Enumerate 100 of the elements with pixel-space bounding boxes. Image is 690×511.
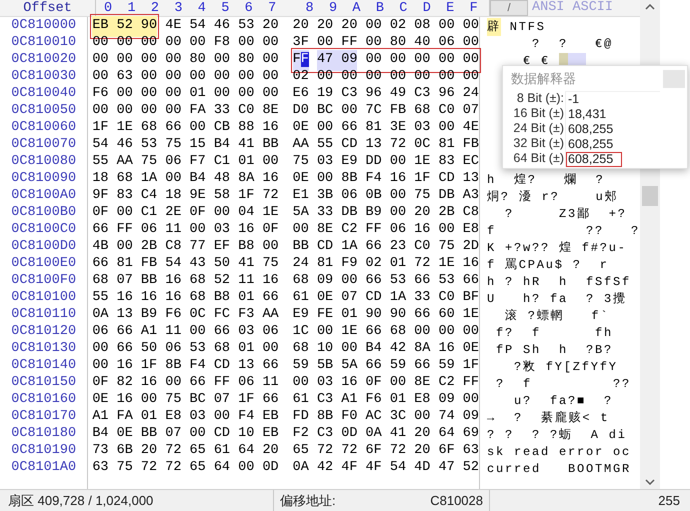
- hex-bytes: 68 07 BB 16 68 52 11 16: [92, 272, 279, 290]
- hex-bytes: F2 C3 0D 0A 41 20 64 69: [292, 425, 479, 444]
- selected-bytes: 47 09: [316, 50, 358, 71]
- hex-bytes: 00 00 00 00 FA 33 C0 8E: [92, 102, 279, 120]
- hex-bytes: E1 3B 06 0B 00 75 DB A3: [292, 187, 479, 206]
- offset-label: 偏移地址:: [280, 492, 336, 510]
- ansi-text: f 罵CPAu$ ? r: [486, 256, 609, 274]
- offset-cell-text: 0C810180: [11, 425, 76, 444]
- close-button[interactable]: [663, 70, 685, 88]
- offset-cell-text: 0C810140: [11, 357, 76, 376]
- column-header: 1: [126, 0, 137, 16]
- offset-cell-text: 0C8100A0: [11, 187, 76, 206]
- interpreted-value: 608,255: [567, 137, 614, 152]
- interpreted-value: 608,255: [566, 152, 622, 167]
- column-header: D: [422, 0, 432, 16]
- interpreted-value: -1: [567, 92, 580, 107]
- interpreted-value: 608,255: [567, 122, 614, 137]
- ansi-text: NTFS: [508, 18, 546, 36]
- hex-bytes: 3F 00 FF 00 80 40 06 00: [292, 34, 479, 52]
- ansi-text: f ?? ?: [486, 222, 640, 240]
- byte-value: 255: [658, 492, 680, 510]
- offset-cell-text: 0C810110: [11, 306, 76, 324]
- hex-bytes: 00 03 16 0F 00 8E C2 FF: [292, 374, 479, 392]
- hex-bytes: 68 10 00 B4 42 8A 16 0E: [292, 340, 479, 358]
- ansi-text: f? f fh: [494, 324, 613, 342]
- column-header: 5: [220, 0, 230, 16]
- scroll-down-icon[interactable]: [645, 479, 655, 485]
- hex-bytes: 00 66 50 06 53 68 01 00: [92, 340, 279, 358]
- offset-cell-text: 0C810040: [11, 85, 76, 104]
- offset-cell-text: 0C810120: [11, 323, 76, 342]
- hex-bytes: 24 81 F9 02 01 72 1E 16: [292, 255, 479, 274]
- hex-bytes: 73 6B 20 72 65 61 64 20: [92, 442, 279, 460]
- ansi-text: 烔? 瀀 r? u郟: [486, 188, 618, 206]
- offset-cell-text: 0C810020: [11, 51, 76, 70]
- hex-bytes: 59 5B 5A 66 59 66 59 1F: [292, 357, 479, 376]
- hex-bytes: 0A 13 B9 F6 0C FC F3 AA: [92, 306, 279, 324]
- view-toggle-button[interactable]: /: [490, 0, 528, 16]
- hex-bytes: 0F 00 C1 2E 0F 00 04 1E: [92, 204, 279, 222]
- offset-cell-text: 0C810150: [11, 374, 76, 392]
- column-header: 4: [196, 0, 207, 16]
- column-header: B: [374, 0, 385, 16]
- offset-cell-text: 0C810060: [11, 119, 76, 138]
- offset-cell-text: 0C810090: [11, 170, 76, 188]
- hex-bytes: BB CD 1A 66 23 C0 75 2D: [292, 238, 479, 256]
- bit-width-label: 16 Bit (±): [512, 106, 565, 121]
- bit-width-label: 64 Bit (±): [512, 151, 565, 166]
- hex-bytes: 20 20 20 00 02 08 00 00: [292, 17, 479, 36]
- hex-bytes: 00 63 00 00 00 00 00 00: [92, 68, 279, 86]
- offset-cell-text: 0C810080: [11, 153, 76, 172]
- hex-bytes: E6 19 C3 96 49 C3 96 24: [292, 85, 479, 104]
- interpreted-value: 18,431: [567, 107, 608, 122]
- hex-bytes: F6 00 00 00 01 00 00 00: [92, 85, 279, 104]
- offset-cell-text: 0C8100B0: [11, 204, 76, 222]
- column-header: 0: [103, 0, 114, 16]
- scroll-up-icon[interactable]: [645, 4, 655, 10]
- scrollbar-thumb[interactable]: [642, 186, 658, 206]
- column-header: 9: [328, 0, 338, 16]
- hex-bytes: 02 00 00 00 00 00 00 00: [292, 68, 479, 86]
- hex-bytes: D0 BC 00 7C FB 68 C0 07: [292, 102, 479, 120]
- hex-bytes: 1C 00 1E 66 68 00 00 00: [292, 323, 479, 342]
- hex-bytes: 66 81 FB 54 43 50 41 75: [92, 255, 279, 274]
- hex-bytes: 65 72 72 6F 72 20 6F 63: [292, 442, 479, 460]
- hex-bytes: 00 00 00 00 00 F8 00 00: [92, 34, 279, 52]
- highlighted-bytes: EB 52 90: [92, 16, 158, 37]
- ansi-text: K +?w?? 煌 f#?u-: [486, 240, 627, 256]
- ansi-text: sk read error oc: [486, 444, 631, 460]
- hex-bytes: 54 46 53 75 15 B4 41 BB: [92, 136, 279, 154]
- ansi-text: fP Sh h ?B?: [494, 342, 613, 358]
- hex-bytes: 00 16 1F 8B F4 CD 13 66: [92, 357, 279, 376]
- hex-bytes: 1F 1E 68 66 00 CB 88 16: [92, 119, 279, 138]
- hex-bytes: 55 AA 75 06 F7 C1 01 00: [92, 153, 279, 172]
- offset-cell-text: 0C810190: [11, 442, 76, 460]
- offset-cell-text: 0C810100: [11, 289, 76, 308]
- ansi-text: curred BOOTMGR: [486, 460, 631, 478]
- hex-bytes: B4 0E BB 07 00 CD 10 EB: [92, 425, 279, 444]
- hex-bytes: 75 03 E9 DD 00 1E 83 EC: [292, 153, 479, 172]
- hex-bytes: 0E 00 66 81 3E 03 00 4E: [292, 119, 479, 138]
- cursor-byte: FF: [292, 50, 309, 71]
- hex-bytes: 00 8E C2 FF 06 16 00 E8: [292, 221, 479, 240]
- column-header: 6: [244, 0, 254, 16]
- column-header: 8: [304, 0, 315, 16]
- hex-bytes: 00 00 00 00 80 00 80 00: [92, 51, 279, 70]
- column-header: F: [468, 0, 479, 16]
- ansi-text: h ? hR h fSfSf: [486, 274, 631, 290]
- hex-bytes: 0F 82 16 00 66 FF 06 11: [92, 374, 279, 392]
- sector-position: 扇区 409,728 / 1,024,000: [8, 492, 154, 510]
- offset-cell-text: 0C8101A0: [11, 459, 76, 478]
- offset-cell-text: 0C8100F0: [11, 272, 76, 290]
- offset-cell-text: 0C810010: [11, 34, 76, 52]
- offset-cell-text: 0C810030: [11, 68, 76, 86]
- offset-cell-text: 0C810050: [11, 102, 76, 120]
- hex-bytes: 4E 54 46 53 20: [165, 17, 279, 36]
- ansi-text: 滚 ?螵輞 f`: [504, 308, 610, 324]
- ansi-text: u? fa?■ ?: [512, 392, 613, 410]
- offset-cell-text: 0C810000: [11, 17, 76, 36]
- hex-bytes: 68 09 00 66 53 66 53 66: [292, 272, 479, 290]
- ansi-text: € €: [522, 52, 551, 70]
- ansi-text: ? f ??: [494, 376, 631, 392]
- column-header: 2: [150, 0, 160, 16]
- hex-bytes: 5A 33 DB B9 00 20 2B C8: [292, 204, 479, 222]
